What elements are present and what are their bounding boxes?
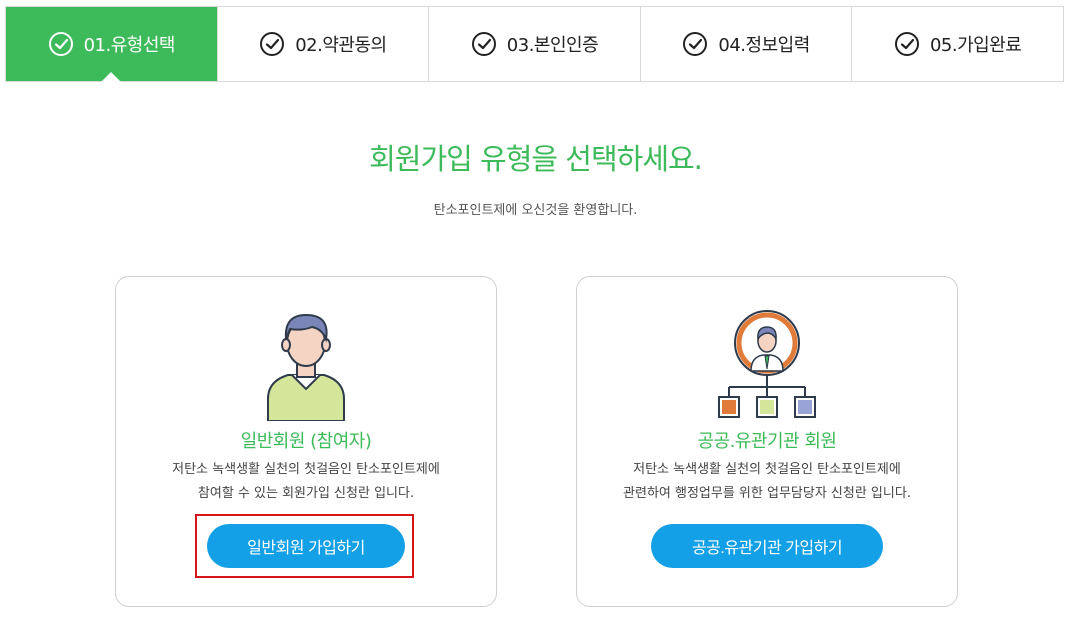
card-description: 저탄소 녹색생활 실천의 첫걸음인 탄소포인트제에 참여할 수 있는 회원가입 …	[116, 458, 496, 506]
step-type-select[interactable]: 01.유형선택	[6, 7, 217, 81]
highlight-box	[195, 514, 414, 578]
card-title: 일반회원 (참여자)	[240, 431, 372, 452]
page-title: 회원가입 유형을 선택하세요.	[369, 142, 703, 176]
check-circle-icon	[48, 32, 73, 56]
check-circle-icon	[471, 32, 496, 56]
step-label: 01.유형선택	[83, 35, 176, 56]
step-info-input[interactable]: 04.정보입력	[639, 7, 852, 81]
page-subtitle: 탄소포인트제에 오신것을 환영합니다.	[433, 203, 638, 218]
step-complete[interactable]: 05.가입완료	[851, 7, 1063, 81]
check-circle-icon	[683, 32, 708, 56]
step-label: 02.약관동의	[295, 35, 387, 56]
step-label: 03.본인인증	[506, 35, 599, 56]
card-description-line: 관련하여 행정업무를 위한 업무담당자 신청란 입니다.	[623, 486, 911, 501]
step-label: 04.정보입력	[718, 35, 810, 56]
check-circle-icon	[260, 32, 285, 56]
card-description-line: 저탄소 녹색생활 실천의 첫걸음인 탄소포인트제에	[172, 462, 440, 477]
org-chart-icon	[718, 310, 816, 418]
step-terms-agree[interactable]: 02.약관동의	[216, 7, 429, 81]
card-description-line: 참여할 수 있는 회원가입 신청란 입니다.	[197, 486, 415, 501]
card-description-line: 저탄소 녹색생활 실천의 첫걸음인 탄소포인트제에	[633, 462, 901, 477]
public-institution-card: 공공.유관기관 회원 저탄소 녹색생활 실천의 첫걸음인 탄소포인트제에 관련하…	[576, 276, 958, 607]
step-progress-bar: 01.유형선택 02.약관동의 03.본인인증 04.정보입력 05.가입완료	[5, 6, 1064, 82]
card-title: 공공.유관기관 회원	[697, 431, 837, 452]
step-label: 05.가입완료	[929, 35, 1022, 56]
check-circle-icon	[894, 32, 919, 56]
public-institution-join-button[interactable]: 공공.유관기관 가입하기	[651, 524, 883, 568]
person-icon	[267, 313, 345, 421]
card-description: 저탄소 녹색생활 실천의 첫걸음인 탄소포인트제에 관련하여 행정업무를 위한 …	[577, 458, 957, 506]
step-identity-verify[interactable]: 03.본인인증	[428, 7, 640, 81]
